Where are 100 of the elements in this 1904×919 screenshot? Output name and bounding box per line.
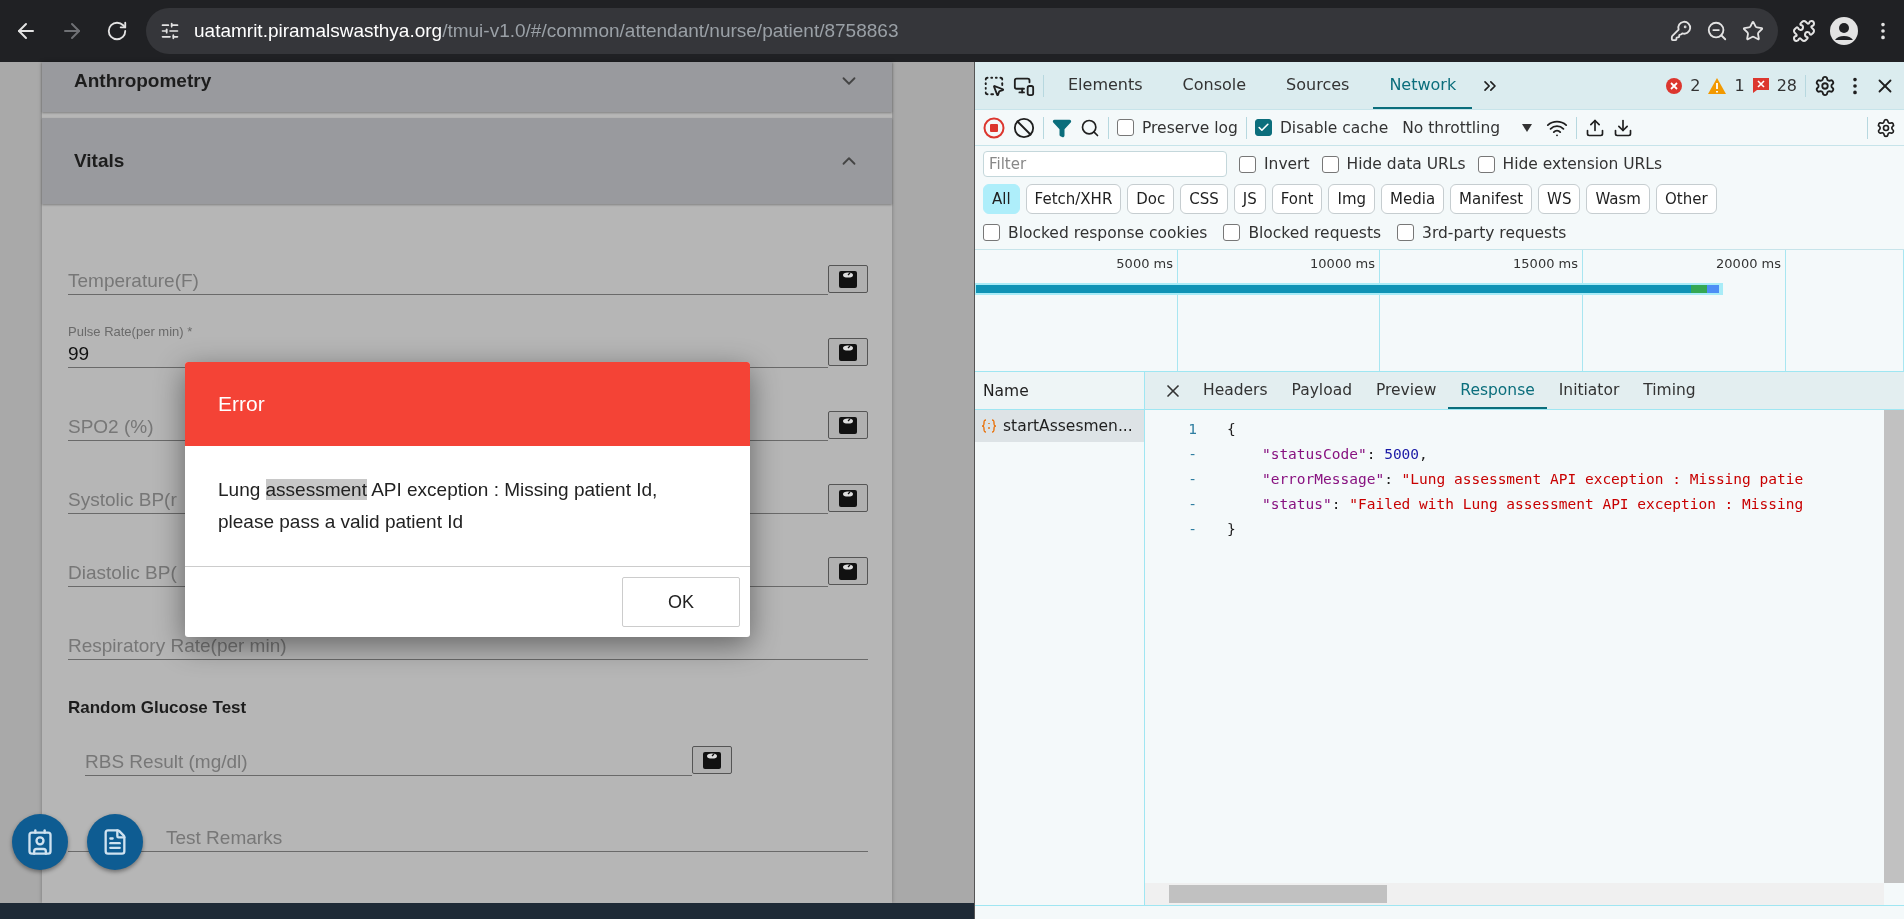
line-number: 1: [1187, 420, 1197, 437]
checkbox[interactable]: [1117, 119, 1134, 136]
checkbox[interactable]: [1477, 155, 1495, 173]
subsection-title: Random Glucose Test: [68, 698, 248, 718]
filter-option[interactable]: Invert: [1239, 155, 1310, 173]
type-filter-chip[interactable]: Font: [1271, 184, 1323, 214]
caret-icon: [1522, 123, 1533, 132]
field-placeholder: Test Remarks: [166, 827, 283, 849]
check-icon: [1256, 121, 1270, 134]
type-filter-chip[interactable]: CSS: [1180, 184, 1228, 214]
line-number: -: [1187, 470, 1197, 487]
type-filter-chip[interactable]: Manifest: [1450, 184, 1533, 214]
device-button[interactable]: [828, 265, 868, 293]
block-option[interactable]: Blocked requests: [1223, 223, 1382, 242]
timeline-tick: 15000 ms: [1513, 256, 1578, 273]
field-placeholder: Systolic BP(r: [68, 489, 177, 511]
line-number: -: [1187, 445, 1197, 462]
device-button[interactable]: [828, 484, 868, 512]
type-filter-chip[interactable]: JS: [1233, 184, 1266, 214]
timeline-tick: 10000 ms: [1310, 256, 1375, 273]
section-title: Vitals: [74, 150, 125, 172]
block-option[interactable]: Blocked response cookies: [983, 223, 1208, 242]
devtools-tab[interactable]: Sources: [1270, 62, 1366, 109]
detail-tab[interactable]: Timing: [1631, 372, 1708, 409]
field-value: 99: [68, 343, 91, 365]
checkbox[interactable]: [983, 224, 1000, 241]
device-button[interactable]: [692, 746, 732, 774]
throttling-select[interactable]: No throttling: [1396, 117, 1539, 138]
checkbox[interactable]: [1321, 155, 1339, 173]
type-filter-chip[interactable]: Wasm: [1586, 184, 1650, 214]
checkbox[interactable]: [1223, 224, 1241, 241]
checkbox[interactable]: [1397, 224, 1415, 241]
zoom-icon[interactable]: [1706, 20, 1728, 42]
contact-card-icon[interactable]: [26, 828, 54, 856]
code-line: }: [1227, 520, 1236, 537]
devtools-tab[interactable]: Network: [1373, 62, 1473, 109]
issue-count: 28: [1776, 76, 1797, 95]
settings-icon[interactable]: [1814, 74, 1836, 97]
inspect-icon[interactable]: [983, 74, 1005, 97]
checkbox[interactable]: [1254, 119, 1272, 136]
type-filter-chip[interactable]: Img: [1328, 184, 1375, 214]
request-row[interactable]: startAssesmen...: [975, 410, 1144, 442]
star-icon[interactable]: [1742, 20, 1764, 42]
scale-icon: [838, 270, 858, 288]
scale-icon: [838, 416, 858, 434]
preserve-log-option[interactable]: Preserve log: [1117, 118, 1238, 137]
block-option[interactable]: 3rd-party requests: [1397, 223, 1567, 242]
filter-option[interactable]: Hide data URLs: [1321, 155, 1466, 173]
address-bar[interactable]: uatamrit.piramalswasthya.org/tmui-v1.0/#/common/attendant/nurse/patient/8758863: [146, 8, 1778, 54]
device-button[interactable]: [828, 411, 868, 439]
type-filter-chip[interactable]: WS: [1538, 184, 1581, 214]
record-icon[interactable]: [983, 116, 1005, 139]
code-line: {: [1227, 420, 1236, 437]
section-header[interactable]: Anthropometry: [42, 62, 892, 112]
filter-icon[interactable]: [1052, 117, 1072, 138]
field-placeholder: RBS Result (mg/dl): [85, 751, 248, 773]
line-number: -: [1187, 520, 1197, 537]
settings-icon[interactable]: [1876, 117, 1896, 138]
devtools-tab[interactable]: Console: [1166, 62, 1263, 109]
code-line: "statusCode": 5000,: [1260, 445, 1428, 462]
device-button[interactable]: [828, 338, 868, 366]
clear-icon[interactable]: [1013, 116, 1035, 139]
error-count: 2: [1690, 76, 1701, 95]
section-header[interactable]: Vitals: [42, 118, 892, 204]
scrollbar[interactable]: [1145, 883, 1884, 905]
ok-button[interactable]: OK: [622, 577, 740, 627]
download-icon[interactable]: [1613, 117, 1634, 138]
scale-icon: [838, 343, 858, 361]
scale-icon: [838, 562, 858, 580]
type-filter-chip[interactable]: Media: [1381, 184, 1445, 214]
disable-cache-option[interactable]: Disable cache: [1254, 118, 1389, 137]
patient-card-button[interactable]: [12, 814, 68, 870]
type-filter-chip[interactable]: Doc: [1127, 184, 1175, 214]
detail-tab[interactable]: Initiator: [1546, 372, 1632, 409]
key-icon[interactable]: [1670, 20, 1692, 42]
detail-tab[interactable]: Preview: [1363, 372, 1449, 409]
section-title: Anthropometry: [74, 70, 212, 92]
timeline-tick: 5000 ms: [1116, 256, 1173, 273]
line-number: -: [1187, 495, 1197, 512]
devtools-tab[interactable]: Elements: [1052, 62, 1159, 109]
site-info-icon[interactable]: [160, 21, 180, 41]
profile-icon[interactable]: [1830, 17, 1858, 45]
timeline-tick: 20000 ms: [1716, 256, 1781, 273]
device-button[interactable]: [828, 557, 868, 585]
field-placeholder: SPO2 (%): [68, 416, 154, 438]
dialog-title: Error: [218, 392, 265, 416]
checkbox[interactable]: [1239, 155, 1256, 173]
type-filter-chip[interactable]: Other: [1655, 184, 1717, 214]
filter-field[interactable]: Filter: [983, 151, 1227, 177]
detail-tab[interactable]: Response: [1448, 372, 1547, 409]
extensions-icon[interactable]: [1792, 19, 1816, 43]
detail-tab[interactable]: Payload: [1279, 372, 1364, 409]
filter-option[interactable]: Hide extension URLs: [1477, 155, 1663, 173]
type-filter-chip[interactable]: All: [983, 184, 1020, 214]
detail-tab[interactable]: Headers: [1191, 372, 1280, 409]
upload-icon[interactable]: [1585, 117, 1606, 138]
type-filter-chip[interactable]: Fetch/XHR: [1025, 184, 1122, 214]
field-placeholder: Diastolic BP(: [68, 562, 177, 584]
scrollbar[interactable]: [1884, 410, 1904, 883]
search-icon[interactable]: [1080, 117, 1100, 138]
